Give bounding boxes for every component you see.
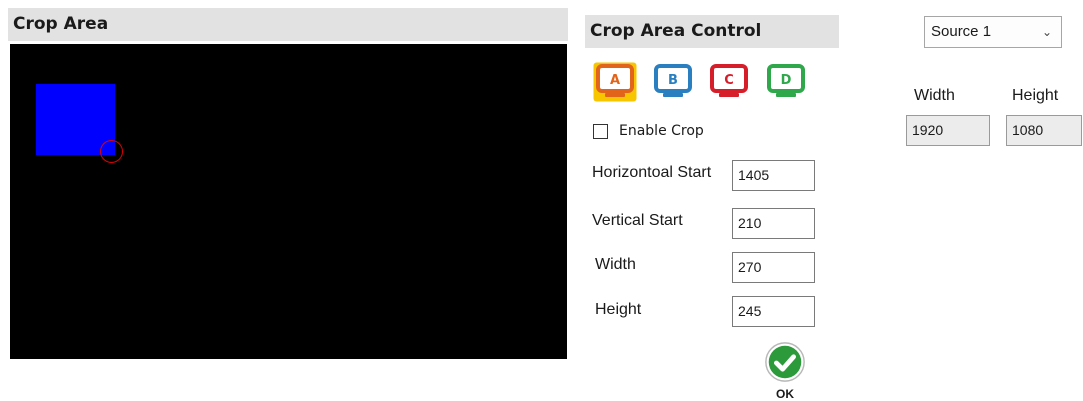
source-height-value: 1080 bbox=[1006, 115, 1082, 146]
monitor-b-icon: B bbox=[654, 64, 692, 97]
source-select[interactable]: Source 1 ⌄ bbox=[924, 16, 1062, 48]
monitor-d-icon: D bbox=[767, 64, 805, 97]
preset-d-button[interactable]: D bbox=[764, 62, 808, 102]
preset-a-label: A bbox=[610, 73, 620, 88]
monitor-c-icon: C bbox=[710, 64, 748, 97]
horizontal-start-label: Horizontoal Start bbox=[592, 164, 712, 181]
preset-b-label: B bbox=[668, 73, 678, 88]
preset-d-label: D bbox=[781, 73, 792, 88]
preset-b-button[interactable]: B bbox=[651, 62, 695, 102]
ok-button[interactable]: OK bbox=[762, 340, 808, 400]
width-input[interactable]: 270 bbox=[732, 252, 815, 283]
crop-preview-canvas[interactable] bbox=[10, 44, 567, 359]
enable-crop-label: Enable Crop bbox=[619, 123, 704, 139]
preset-a-button[interactable]: A bbox=[593, 62, 637, 102]
source-width-value: 1920 bbox=[906, 115, 990, 146]
checkbox-box[interactable] bbox=[593, 123, 608, 139]
preset-c-button[interactable]: C bbox=[707, 62, 751, 102]
source-height-label: Height bbox=[1012, 87, 1059, 104]
vertical-start-label: Vertical Start bbox=[592, 212, 683, 229]
source-width-label: Width bbox=[914, 87, 955, 104]
height-label: Height bbox=[595, 301, 642, 318]
crop-area-title: Crop Area bbox=[8, 8, 568, 41]
crop-resize-handle[interactable] bbox=[100, 140, 123, 163]
horizontal-start-input[interactable]: 1405 bbox=[732, 160, 815, 191]
checkmark-icon bbox=[765, 342, 805, 382]
vertical-start-input[interactable]: 210 bbox=[732, 208, 815, 239]
ok-label: OK bbox=[776, 387, 794, 401]
monitor-a-icon: A bbox=[593, 62, 637, 102]
source-select-value: Source 1 bbox=[931, 23, 992, 40]
chevron-down-icon: ⌄ bbox=[1041, 25, 1052, 39]
height-input[interactable]: 245 bbox=[732, 296, 815, 327]
width-label: Width bbox=[595, 256, 636, 273]
enable-crop-checkbox[interactable]: Enable Crop bbox=[593, 120, 704, 142]
crop-control-title: Crop Area Control bbox=[585, 15, 839, 48]
preset-c-label: C bbox=[724, 73, 734, 88]
